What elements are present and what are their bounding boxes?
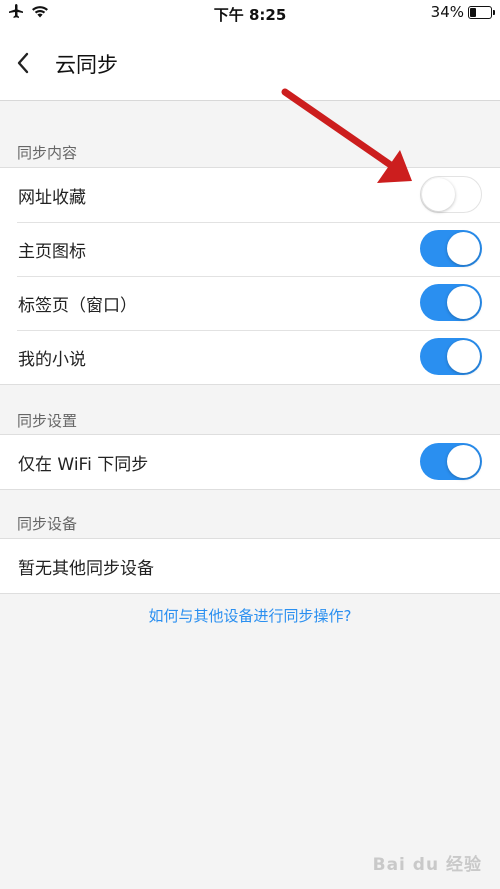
section-header-label: 同步设备 — [17, 515, 78, 533]
section-header-label: 同步内容 — [17, 144, 78, 162]
settings-group-settings: 仅在 WiFi 下同步 — [0, 434, 500, 490]
toggle-tabs[interactable] — [420, 284, 482, 321]
status-time: 下午 8:25 — [213, 6, 287, 24]
section-header-label: 同步设置 — [17, 412, 78, 430]
list-item-tabs: 标签页（窗口） — [0, 276, 500, 330]
list-item-bookmarks: 网址收藏 — [0, 168, 500, 222]
toggle-knob — [447, 340, 480, 373]
list-item-wifi-only: 仅在 WiFi 下同步 — [0, 435, 500, 489]
toggle-novels[interactable] — [420, 338, 482, 375]
list-item-home-icons: 主页图标 — [0, 222, 500, 276]
battery-percent: 34% — [430, 3, 464, 21]
settings-group-devices: 暂无其他同步设备 — [0, 538, 500, 594]
list-item-no-devices: 暂无其他同步设备 — [0, 539, 500, 593]
nav-bar: 云同步 — [0, 26, 500, 101]
help-link[interactable]: 如何与其他设备进行同步操作? — [0, 605, 500, 626]
toggle-knob — [447, 232, 480, 265]
baidu-watermark: Bai du 经验 — [372, 855, 482, 875]
battery-icon — [468, 5, 495, 19]
page-title: 云同步 — [55, 53, 118, 77]
list-item-label: 暂无其他同步设备 — [18, 558, 154, 579]
settings-group-content: 网址收藏 主页图标 标签页（窗口） 我的小说 — [0, 167, 500, 385]
toggle-bookmarks[interactable] — [420, 176, 482, 213]
status-right: 34% — [430, 3, 495, 21]
toggle-knob — [447, 445, 480, 478]
toggle-knob — [422, 178, 455, 211]
list-item-label: 主页图标 — [18, 241, 86, 262]
list-item-novels: 我的小说 — [0, 330, 500, 384]
toggle-knob — [447, 286, 480, 319]
status-bar: 下午 8:25 34% — [0, 0, 500, 26]
list-item-label: 网址收藏 — [18, 187, 86, 208]
chevron-left-icon — [17, 52, 29, 74]
list-item-label: 我的小说 — [18, 349, 86, 370]
list-item-label: 仅在 WiFi 下同步 — [18, 454, 149, 475]
toggle-wifi-only[interactable] — [420, 443, 482, 480]
list-item-label: 标签页（窗口） — [18, 295, 137, 316]
toggle-home-icons[interactable] — [420, 230, 482, 267]
battery-fill — [470, 7, 476, 17]
back-button[interactable] — [8, 46, 38, 80]
